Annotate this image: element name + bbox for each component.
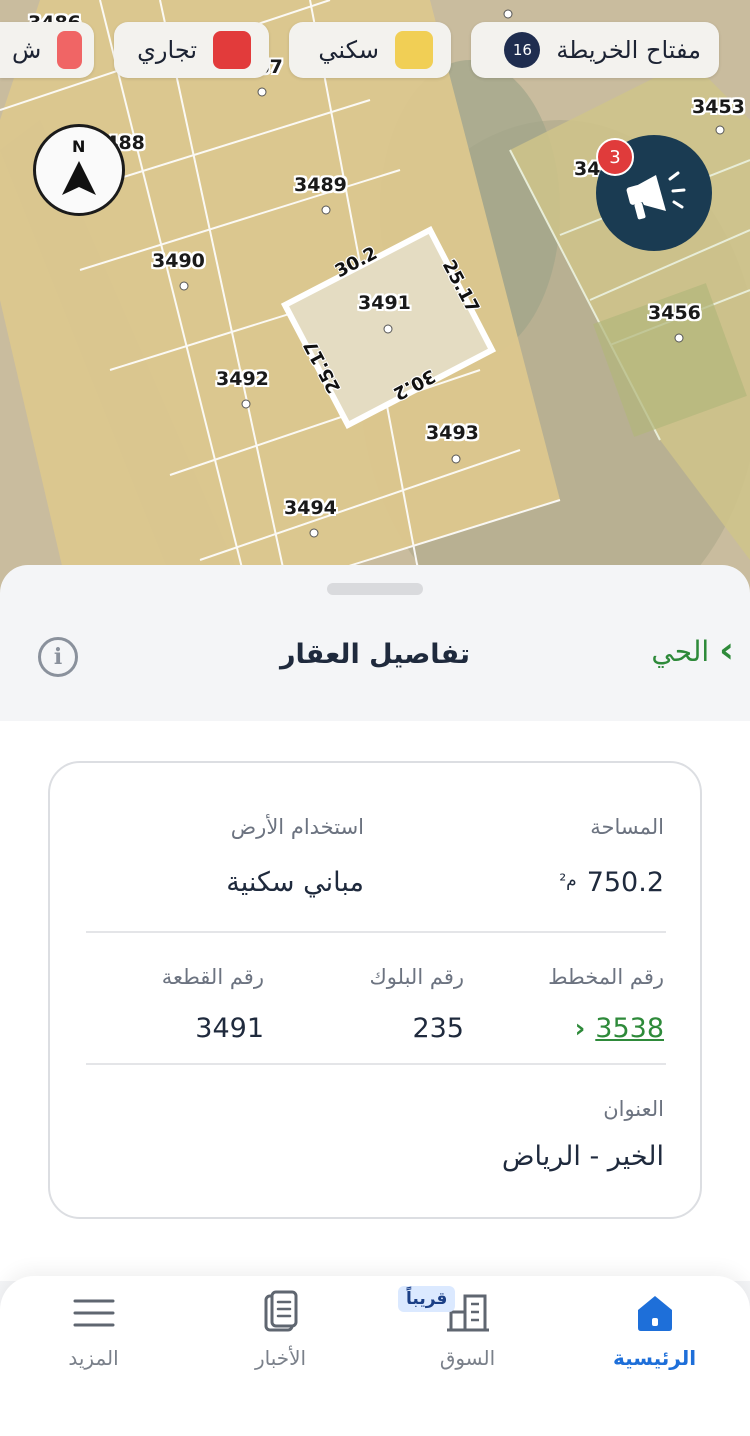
chevron-left-icon: ‹ bbox=[574, 1013, 586, 1044]
nav-market-label: السوق bbox=[439, 1346, 496, 1370]
map-view[interactable]: 3486 3487 3488 3489 3490 3491 3492 3493 … bbox=[0, 0, 750, 600]
neighborhood-link-label: الحي bbox=[651, 634, 710, 668]
legend-commercial-label: تجاري bbox=[137, 36, 197, 64]
land-use-label: استخدام الأرض bbox=[230, 815, 364, 839]
news-icon bbox=[264, 1290, 298, 1332]
plot-label[interactable]: 3453 bbox=[692, 96, 745, 118]
details-area: المساحة استخدام الأرض 750.2 م² مباني سكن… bbox=[0, 721, 750, 1281]
block-number-label: رقم البلوك bbox=[369, 965, 464, 989]
legend-commercial[interactable]: تجاري bbox=[114, 22, 269, 78]
address-label: العنوان bbox=[603, 1097, 664, 1121]
plot-label[interactable]: 3493 bbox=[426, 422, 479, 444]
map-key-count: 16 bbox=[504, 32, 541, 68]
nav-more-label: المزيد bbox=[68, 1346, 119, 1370]
map-key-button[interactable]: مفتاح الخريطة 16 bbox=[471, 22, 719, 78]
nav-home-label: الرئيسية bbox=[612, 1346, 697, 1370]
plot-label[interactable]: 3494 bbox=[284, 497, 337, 519]
area-unit: م² bbox=[559, 871, 577, 891]
nav-news[interactable]: الأخبار bbox=[187, 1276, 374, 1396]
plot-label[interactable]: 3490 bbox=[152, 250, 205, 272]
plot-label[interactable]: 3489 bbox=[294, 174, 347, 196]
commercial-swatch bbox=[213, 31, 251, 69]
plot-number-label: رقم القطعة bbox=[161, 965, 264, 989]
plan-number-label: رقم المخطط bbox=[548, 965, 664, 989]
legend-residential[interactable]: سكني bbox=[289, 22, 451, 78]
divider bbox=[86, 931, 666, 933]
block-number-value: 235 bbox=[412, 1013, 464, 1044]
other-swatch bbox=[57, 31, 82, 69]
chevron-right-icon: › bbox=[719, 630, 734, 671]
bottom-navigation: المزيد الأخبار السوق الرئيسية bbox=[0, 1276, 750, 1436]
plot-label-selected[interactable]: 3491 bbox=[358, 292, 411, 314]
home-icon bbox=[638, 1296, 672, 1331]
plot-number-value: 3491 bbox=[195, 1013, 264, 1044]
legend-other[interactable]: ش bbox=[0, 22, 94, 78]
compass-north-label: N bbox=[72, 137, 86, 156]
area-value: 750.2 bbox=[586, 867, 664, 898]
announcements-badge: 3 bbox=[596, 138, 634, 176]
legend-residential-label: سكني bbox=[318, 36, 379, 64]
nav-more[interactable]: المزيد bbox=[0, 1276, 187, 1396]
plan-number-value[interactable]: 3538 bbox=[595, 1013, 664, 1044]
area-value-group: 750.2 م² bbox=[559, 867, 664, 898]
land-use-value: مباني سكنية bbox=[226, 867, 364, 898]
area-label: المساحة bbox=[590, 815, 664, 839]
plot-label[interactable]: 3492 bbox=[216, 368, 269, 390]
sheet-drag-handle[interactable] bbox=[327, 583, 423, 595]
sheet-header: i تفاصيل العقار › الحي bbox=[0, 615, 750, 715]
neighborhood-link[interactable]: › الحي bbox=[651, 633, 734, 669]
property-details-sheet: i تفاصيل العقار › الحي المساحة استخدام ا… bbox=[0, 565, 750, 1325]
address-value: الخير - الرياض bbox=[501, 1141, 664, 1172]
sheet-title: تفاصيل العقار bbox=[279, 639, 471, 670]
legend-other-label: ش bbox=[12, 36, 42, 64]
compass-button[interactable]: N bbox=[33, 124, 125, 216]
coming-soon-badge: قريباً bbox=[398, 1286, 456, 1312]
nav-home[interactable]: الرئيسية bbox=[561, 1276, 748, 1396]
divider bbox=[86, 1063, 666, 1065]
property-card: المساحة استخدام الأرض 750.2 م² مباني سكن… bbox=[48, 761, 702, 1219]
plot-label[interactable]: 3456 bbox=[648, 302, 701, 324]
map-key-label: مفتاح الخريطة bbox=[556, 36, 701, 64]
menu-icon bbox=[73, 1299, 115, 1327]
plan-number-link[interactable]: 3538 ‹ bbox=[575, 1013, 664, 1044]
nav-news-label: الأخبار bbox=[254, 1346, 307, 1370]
residential-swatch bbox=[395, 31, 433, 69]
